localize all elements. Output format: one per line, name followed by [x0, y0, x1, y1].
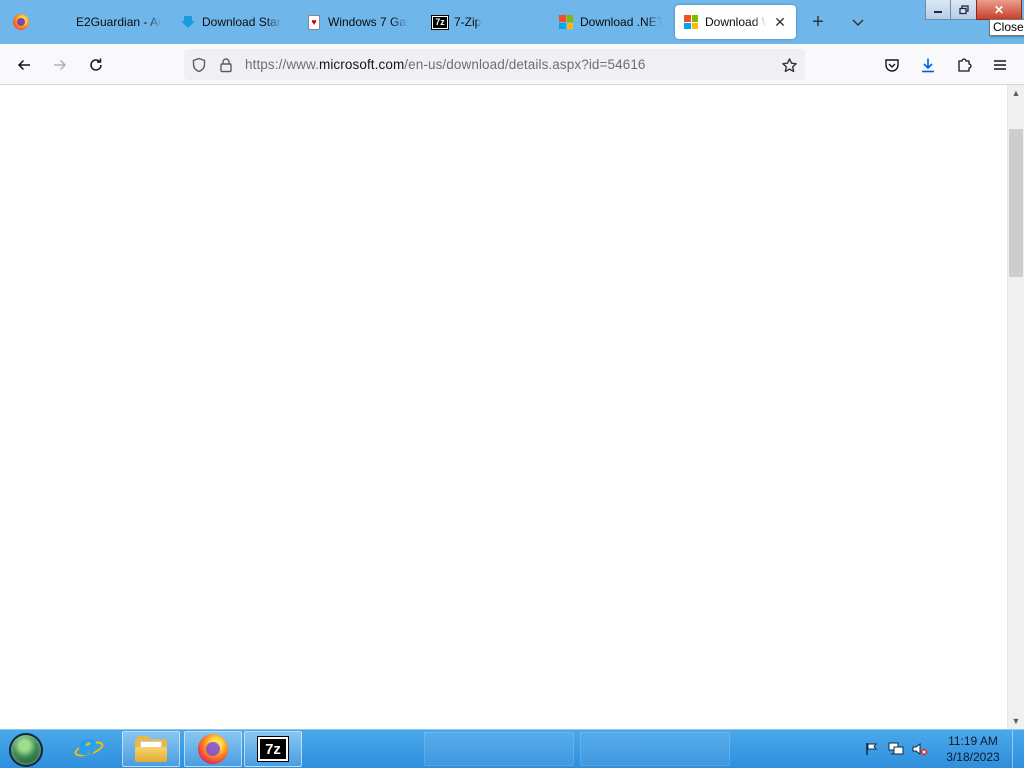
extensions-button[interactable]: [949, 50, 979, 80]
scrollbar-thumb[interactable]: [1009, 129, 1023, 277]
scroll-down-arrow-icon[interactable]: ▼: [1008, 713, 1024, 729]
7zip-icon: 7z: [431, 14, 449, 30]
clock-date: 3/18/2023: [946, 750, 1000, 764]
puzzle-piece-icon: [958, 58, 972, 72]
hamburger-menu-icon: [994, 60, 1006, 70]
minimize-icon: [934, 10, 942, 13]
firefox-view-button[interactable]: [0, 0, 42, 44]
restore-button[interactable]: [950, 0, 977, 20]
7zip-icon: 7z: [257, 736, 289, 762]
taskbar-empty-region: [580, 732, 730, 766]
taskbar-7zip[interactable]: 7z: [244, 731, 302, 767]
tab-windows7-games[interactable]: ♥ Windows 7 Games: [298, 5, 416, 39]
back-arrow-icon: [17, 59, 30, 71]
tab-title: Download Standalone: [202, 15, 282, 29]
taskbar-empty-region: [424, 732, 574, 766]
tab-download-windows[interactable]: Download Windows ✕: [675, 5, 796, 39]
e2guardian-icon: [54, 14, 70, 30]
download-arrow-icon: [180, 14, 196, 30]
clock-time: 11:19 AM: [948, 734, 998, 748]
taskbar-file-explorer[interactable]: [122, 731, 180, 767]
chevron-down-icon: [852, 19, 864, 27]
download-icon: [922, 58, 934, 73]
tab-title: 7-Zip: [454, 15, 482, 29]
navigation-toolbar: https://www.microsoft.com/en-us/download…: [0, 44, 1024, 85]
show-desktop-button[interactable]: [1012, 730, 1024, 768]
windows-start-orb-icon: [9, 732, 43, 767]
tab-title: E2Guardian - Access Denied: [76, 15, 162, 29]
url-prefix: https://www.: [245, 57, 319, 72]
notification-area: [864, 739, 928, 759]
page-content-area: [0, 85, 1007, 729]
reload-icon: [90, 58, 102, 71]
network-icon[interactable]: [888, 741, 904, 757]
close-tooltip: Close: [989, 19, 1024, 36]
new-tab-button[interactable]: +: [804, 8, 832, 36]
tab-download-net[interactable]: Download .NET Framework: [550, 5, 670, 39]
tab-e2guardian[interactable]: E2Guardian - Access Denied: [46, 5, 170, 39]
scroll-up-arrow-icon[interactable]: ▲: [1008, 85, 1024, 101]
microsoft-logo-icon: [683, 14, 699, 30]
firefox-icon: [198, 734, 228, 764]
vertical-scrollbar[interactable]: ▲ ▼: [1007, 85, 1024, 729]
volume-muted-icon[interactable]: [912, 741, 928, 757]
forward-button[interactable]: [45, 50, 75, 80]
internet-explorer-icon: e: [72, 731, 106, 763]
start-button[interactable]: [6, 732, 46, 767]
pocket-button[interactable]: [877, 50, 907, 80]
url-text[interactable]: https://www.microsoft.com/en-us/download…: [245, 57, 646, 72]
tab-strip: E2Guardian - Access Denied Download Stan…: [0, 0, 1024, 44]
list-all-tabs-button[interactable]: [844, 8, 872, 36]
tab-download-standalone[interactable]: Download Standalone: [172, 5, 290, 39]
close-window-button[interactable]: ✕: [976, 0, 1022, 20]
minimize-button[interactable]: [925, 0, 951, 20]
address-bar[interactable]: https://www.microsoft.com/en-us/download…: [184, 49, 805, 80]
lock-icon[interactable]: [217, 56, 235, 74]
plus-icon: +: [812, 10, 824, 33]
tab-title: Download Windows: [705, 15, 766, 29]
tab-title: Download .NET Framework: [580, 15, 662, 29]
close-tab-icon[interactable]: ✕: [772, 14, 788, 30]
windows-taskbar: e 7z 11:19 AM 3/18/2023: [0, 729, 1024, 768]
url-host: microsoft.com: [318, 57, 405, 72]
close-icon: ✕: [993, 2, 1005, 17]
forward-arrow-icon: [54, 59, 67, 71]
restore-icon: [958, 4, 969, 14]
file-explorer-icon: [135, 736, 167, 762]
tab-title: Windows 7 Games: [328, 15, 408, 29]
tab-7zip[interactable]: 7z 7-Zip: [424, 5, 542, 39]
url-path: /en-us/download/details.aspx?id=54616: [404, 57, 646, 72]
back-button[interactable]: [9, 50, 39, 80]
downloads-button[interactable]: [913, 50, 943, 80]
playing-card-icon: ♥: [306, 14, 322, 30]
microsoft-logo-icon: [558, 14, 574, 30]
taskbar-firefox[interactable]: [184, 731, 242, 767]
firefox-icon: [13, 14, 29, 30]
tracking-protection-shield-icon[interactable]: [190, 56, 208, 74]
bookmark-star-icon[interactable]: [780, 56, 798, 74]
pocket-icon: [885, 59, 899, 72]
taskbar-internet-explorer[interactable]: e: [60, 731, 118, 767]
app-menu-button[interactable]: [985, 50, 1015, 80]
action-center-flag-icon[interactable]: [864, 741, 880, 757]
system-clock[interactable]: 11:19 AM 3/18/2023: [940, 733, 1006, 765]
reload-button[interactable]: [81, 50, 111, 80]
